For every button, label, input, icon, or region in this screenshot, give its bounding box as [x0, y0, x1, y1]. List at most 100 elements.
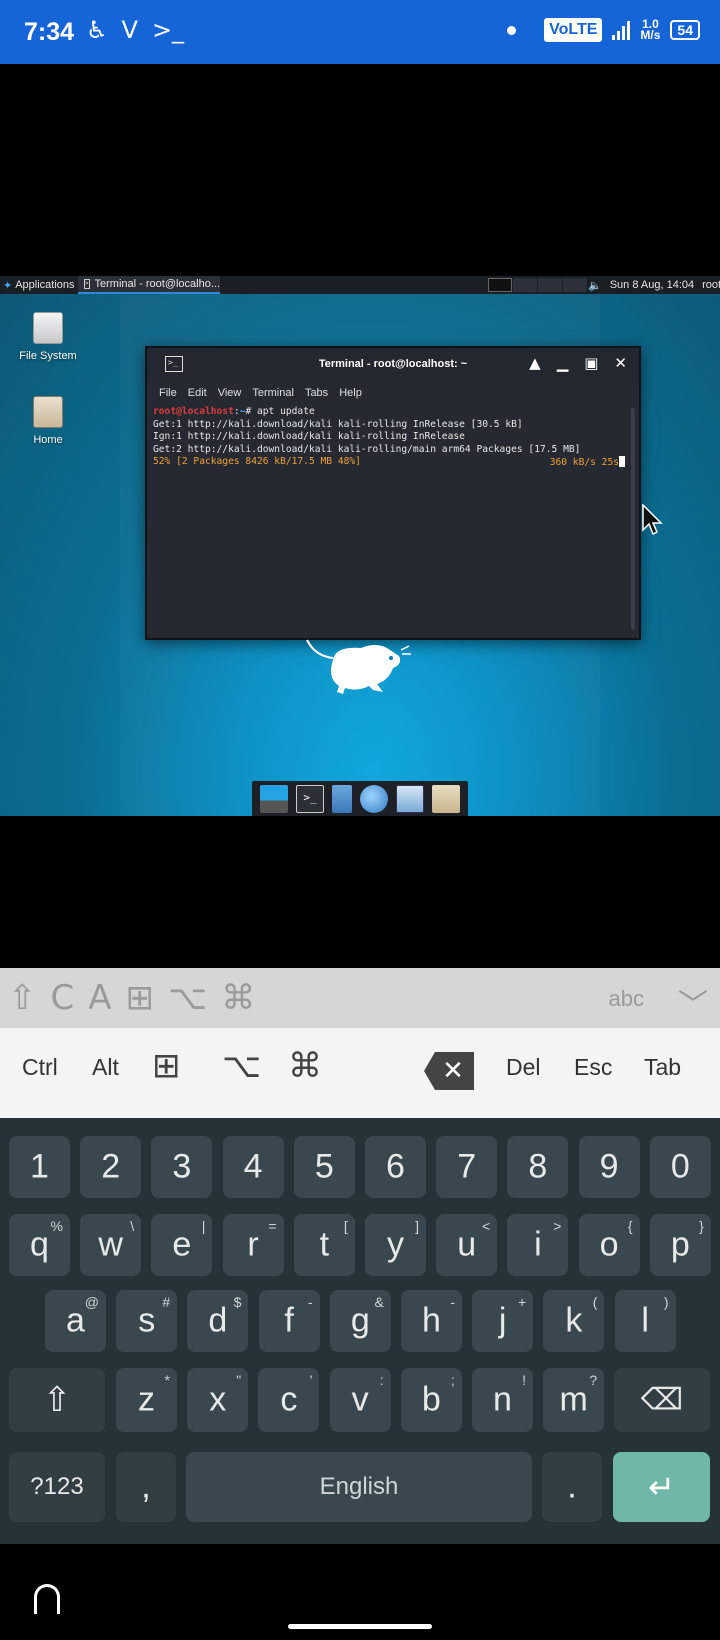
show-desktop-icon[interactable] — [260, 785, 288, 813]
command-key-icon[interactable]: ⌘ — [288, 1046, 322, 1086]
del-key[interactable]: Del — [506, 1054, 541, 1081]
key-2[interactable]: 2 — [80, 1136, 142, 1198]
key-a[interactable]: a @ — [45, 1290, 106, 1352]
dock-web-browser-icon[interactable] — [360, 785, 388, 813]
shift-icon: ⇧ — [42, 1380, 72, 1420]
shade-icon[interactable]: ▲ — [529, 354, 541, 372]
workspace-4[interactable] — [563, 278, 587, 292]
ctrl-c-icon[interactable]: C — [51, 978, 75, 1018]
terminal-window[interactable]: >_ Terminal - root@localhost: ~ ▲ ▁ ▣ ✕ … — [145, 346, 641, 640]
key-9[interactable]: 9 — [578, 1136, 640, 1198]
menu-view[interactable]: View — [218, 387, 242, 399]
key-d[interactable]: d $ — [187, 1290, 249, 1352]
maximize-icon[interactable]: ▣ — [584, 354, 598, 372]
key-k[interactable]: k( — [543, 1290, 605, 1352]
windows-key-icon[interactable]: ⊞ — [152, 1046, 181, 1086]
key-f[interactable]: f- — [258, 1290, 320, 1352]
workspace-2[interactable] — [513, 278, 537, 292]
command-key-icon[interactable]: ⌘ — [221, 978, 255, 1018]
key-1[interactable]: 1 — [9, 1136, 70, 1198]
workspace-1[interactable] — [488, 278, 512, 292]
dock-app-finder-icon[interactable] — [396, 785, 424, 813]
key-t[interactable]: t[ — [293, 1214, 355, 1276]
terminal-output[interactable]: root@localhost:~# apt update Get:1 http:/… — [153, 406, 625, 634]
key-b[interactable]: b; — [400, 1368, 462, 1432]
key-5[interactable]: 5 — [293, 1136, 355, 1198]
close-icon[interactable]: ✕ — [614, 354, 627, 372]
key-0[interactable]: 0 — [649, 1136, 711, 1198]
key-w[interactable]: w \ — [80, 1214, 142, 1276]
menu-edit[interactable]: Edit — [188, 387, 207, 399]
workspace-switcher[interactable] — [488, 278, 587, 292]
key-s[interactable]: s # — [116, 1290, 178, 1352]
key-x[interactable]: x " — [187, 1368, 249, 1432]
key-v[interactable]: v: — [329, 1368, 391, 1432]
dock-folder-icon[interactable] — [432, 785, 460, 813]
space-key[interactable]: English — [186, 1452, 532, 1522]
menu-terminal[interactable]: Terminal — [252, 387, 294, 399]
key-u[interactable]: u < — [436, 1214, 498, 1276]
dock-terminal-icon[interactable]: >_ — [296, 785, 324, 813]
volume-icon[interactable]: 🔈 — [588, 279, 602, 292]
terminal-scrollbar[interactable] — [631, 408, 635, 630]
key-7[interactable]: 7 — [436, 1136, 498, 1198]
terminal-titlebar[interactable]: >_ Terminal - root@localhost: ~ ▲ ▁ ▣ ✕ — [147, 348, 639, 382]
option-key-icon[interactable]: ⌥ — [168, 978, 207, 1018]
chevron-down-icon[interactable]: ﹀ — [678, 980, 708, 1024]
key-6[interactable]: 6 — [365, 1136, 426, 1198]
vpn-icon: V — [121, 16, 138, 44]
home-handle[interactable] — [288, 1624, 432, 1629]
remote-desktop[interactable]: ✦ Applications > Terminal - root@localho… — [0, 276, 720, 816]
comma-key[interactable]: , — [116, 1452, 176, 1522]
key-3[interactable]: 3 — [151, 1136, 213, 1198]
key-o[interactable]: o{ — [578, 1214, 640, 1276]
ctrl-key[interactable]: Ctrl — [22, 1054, 58, 1081]
windows-key-icon[interactable]: ⊞ — [126, 978, 155, 1018]
enter-key[interactable]: ↵ — [613, 1452, 710, 1522]
key-g[interactable]: g & — [329, 1290, 391, 1352]
battery-icon: 54 — [670, 20, 700, 40]
minimize-icon[interactable]: ▁ — [557, 354, 569, 372]
taskbar-terminal-button[interactable]: > Terminal - root@localho... — [78, 276, 220, 294]
tab-key[interactable]: Tab — [644, 1054, 681, 1081]
backspace-icon[interactable]: ✕ — [424, 1052, 474, 1090]
panel-user[interactable]: root — [702, 279, 720, 292]
key-q[interactable]: q% — [9, 1214, 70, 1276]
desktop-icon-filesystem[interactable]: File System — [8, 312, 88, 362]
shift-outline-icon[interactable]: ⇧ — [8, 978, 37, 1018]
key-j[interactable]: j + — [472, 1290, 534, 1352]
key-l[interactable]: l) — [614, 1290, 676, 1352]
terminal-menubar: File Edit View Terminal Tabs Help — [147, 382, 639, 404]
option-key-icon[interactable]: ⌥ — [222, 1046, 261, 1086]
panel-clock[interactable]: Sun 8 Aug, 14:04 — [610, 279, 694, 292]
keyboard-backspace-key[interactable]: ⌫ — [614, 1368, 710, 1432]
key-8[interactable]: 8 — [507, 1136, 569, 1198]
applications-menu[interactable]: ✦ Applications — [0, 279, 78, 292]
abc-toggle[interactable]: abc — [609, 986, 644, 1012]
symbols-key[interactable]: ?123 — [9, 1452, 105, 1522]
dock-file-manager-icon[interactable] — [332, 785, 352, 813]
key-p[interactable]: p} — [649, 1214, 711, 1276]
period-key[interactable]: . — [542, 1452, 602, 1522]
key-e[interactable]: e | — [151, 1214, 213, 1276]
back-gesture-icon[interactable] — [34, 1584, 60, 1614]
signal-icon — [612, 20, 631, 40]
menu-file[interactable]: File — [159, 387, 177, 399]
key-c[interactable]: c ' — [258, 1368, 320, 1432]
key-m[interactable]: m? — [543, 1368, 605, 1432]
menu-help[interactable]: Help — [339, 387, 362, 399]
key-i[interactable]: i > — [507, 1214, 569, 1276]
key-y[interactable]: y] — [365, 1214, 426, 1276]
key-r[interactable]: r = — [222, 1214, 284, 1276]
alt-a-icon[interactable]: A — [88, 978, 111, 1018]
alt-key[interactable]: Alt — [92, 1054, 119, 1081]
menu-tabs[interactable]: Tabs — [305, 387, 328, 399]
esc-key[interactable]: Esc — [574, 1054, 612, 1081]
key-n[interactable]: n! — [472, 1368, 533, 1432]
desktop-icon-home[interactable]: Home — [8, 396, 88, 446]
key-h[interactable]: h- — [401, 1290, 462, 1352]
key-4[interactable]: 4 — [222, 1136, 284, 1198]
key-z[interactable]: z * — [116, 1368, 177, 1432]
workspace-3[interactable] — [538, 278, 562, 292]
shift-key[interactable]: ⇧ — [9, 1368, 105, 1432]
